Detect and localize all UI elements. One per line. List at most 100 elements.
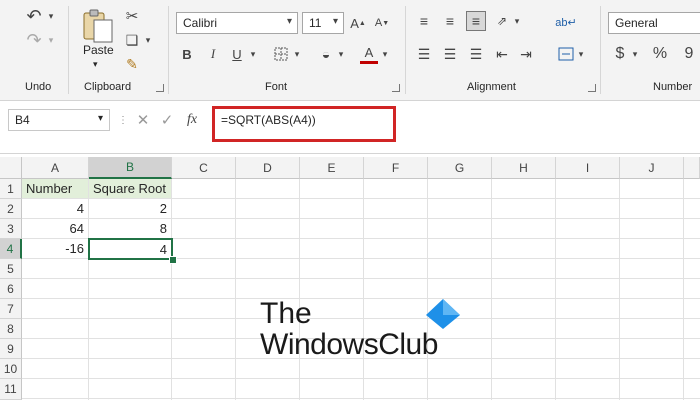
column-header-g[interactable]: G	[428, 157, 492, 179]
row-header-6[interactable]: 6	[0, 279, 22, 299]
alignment-launcher-icon[interactable]	[588, 84, 596, 92]
underline-dropdown-icon[interactable]: ▾	[248, 46, 258, 62]
cell-a1[interactable]: Number	[22, 179, 89, 199]
number-format-value: General	[615, 16, 658, 30]
chevron-down-icon: ▾	[97, 113, 103, 124]
italic-icon[interactable]: I	[204, 44, 222, 64]
font-color-dropdown-icon[interactable]: ▾	[380, 46, 390, 62]
group-label-font: Font	[265, 81, 288, 93]
decrease-font-icon[interactable]: A ▼	[372, 13, 392, 33]
align-right-icon[interactable]: ☰	[466, 44, 486, 64]
underline-icon[interactable]: U	[228, 44, 246, 64]
formula-text: =SQRT(ABS(A4))	[221, 113, 316, 127]
row-header-11[interactable]: 11	[0, 379, 22, 400]
column-header-d[interactable]: D	[236, 157, 300, 179]
font-name-select[interactable]: Calibri ▾	[176, 12, 298, 34]
ribbon: ↶ ▾ ↷ ▾ Undo Paste ▾ ✂ ❏ ▾ ✎ Clipboard C…	[0, 0, 700, 101]
group-label-number: Number	[653, 81, 693, 93]
chevron-down-icon: ▾	[332, 16, 338, 27]
name-box[interactable]: B4 ▾	[8, 109, 110, 131]
column-header-i[interactable]: I	[556, 157, 620, 179]
insert-function-icon[interactable]: fx	[182, 110, 202, 130]
align-top-icon[interactable]: ≡	[414, 11, 434, 31]
watermark-logo: The WindowsClub	[258, 297, 468, 367]
cell-a3[interactable]: 64	[22, 219, 89, 239]
column-header-h[interactable]: H	[492, 157, 556, 179]
number-format-select[interactable]: General	[608, 12, 700, 34]
paste-button[interactable]: Paste ▾	[78, 6, 118, 76]
row-header-1[interactable]: 1	[0, 179, 22, 199]
group-label-undo: Undo	[25, 81, 52, 93]
cell-b4-active[interactable]: 4	[88, 238, 173, 260]
undo-icon[interactable]: ↶	[22, 6, 46, 26]
copy-icon[interactable]: ❏	[122, 30, 142, 50]
decrease-indent-icon[interactable]: ⇤	[492, 44, 512, 64]
merge-center-icon[interactable]	[556, 44, 576, 64]
windows-logo-icon	[426, 299, 460, 329]
orientation-icon[interactable]: ⇗	[492, 11, 512, 31]
row-header-8[interactable]: 8	[0, 319, 22, 339]
column-header-e[interactable]: E	[300, 157, 364, 179]
borders-dropdown-icon[interactable]: ▾	[292, 46, 302, 62]
separator	[168, 6, 169, 94]
increase-indent-icon[interactable]: ⇥	[516, 44, 536, 64]
cut-icon[interactable]: ✂	[122, 6, 142, 26]
row-header-7[interactable]: 7	[0, 299, 22, 319]
bold-icon[interactable]: B	[178, 44, 196, 64]
formula-input[interactable]: =SQRT(ABS(A4))	[212, 106, 396, 142]
column-header-b[interactable]: B	[89, 157, 172, 179]
name-box-value: B4	[15, 113, 30, 127]
row-header-3[interactable]: 3	[0, 219, 22, 239]
fill-handle[interactable]	[169, 256, 177, 264]
percent-icon[interactable]: %	[650, 44, 670, 64]
column-header-j[interactable]: J	[620, 157, 684, 179]
wrap-text-icon[interactable]: ab↵	[555, 11, 576, 33]
row-header-10[interactable]: 10	[0, 359, 22, 379]
cell-b3[interactable]: 8	[89, 219, 172, 239]
currency-icon[interactable]: $	[612, 44, 628, 64]
comma-style-icon[interactable]: 9	[682, 44, 696, 64]
group-label-clipboard: Clipboard	[84, 81, 132, 93]
font-size-select[interactable]: 11 ▾	[302, 12, 344, 34]
align-middle-icon[interactable]: ≡	[440, 11, 460, 31]
column-header-a[interactable]: A	[22, 157, 89, 179]
paste-icon	[83, 9, 113, 43]
clipboard-launcher-icon[interactable]	[156, 84, 164, 92]
cancel-icon[interactable]: ✕	[134, 110, 152, 130]
format-painter-icon[interactable]: ✎	[122, 54, 142, 74]
fill-color-dropdown-icon[interactable]: ▾	[336, 46, 346, 62]
cell-a2[interactable]: 4	[22, 199, 89, 219]
align-bottom-icon[interactable]: ≡	[466, 11, 486, 31]
redo-dropdown-icon[interactable]: ▾	[46, 32, 56, 48]
align-left-icon[interactable]: ☰	[414, 44, 434, 64]
align-center-icon[interactable]: ☰	[440, 44, 460, 64]
borders-icon[interactable]	[272, 45, 290, 63]
cell-b1[interactable]: Square Root	[89, 179, 172, 199]
column-header-k[interactable]	[684, 157, 700, 179]
separator	[600, 6, 601, 94]
chevron-down-icon: ▾	[286, 16, 292, 27]
fill-color-icon[interactable]: ◒	[316, 44, 336, 64]
cell-b2[interactable]: 2	[89, 199, 172, 219]
undo-dropdown-icon[interactable]: ▾	[46, 8, 56, 24]
enter-icon[interactable]: ✓	[158, 110, 176, 130]
select-all-corner[interactable]	[0, 157, 22, 179]
orientation-dropdown-icon[interactable]: ▾	[512, 13, 522, 29]
copy-dropdown-icon[interactable]: ▾	[143, 32, 153, 48]
merge-dropdown-icon[interactable]: ▾	[576, 46, 586, 62]
increase-font-icon[interactable]: A ▲	[348, 13, 368, 33]
column-header-f[interactable]: F	[364, 157, 428, 179]
paste-label: Paste	[83, 43, 114, 57]
font-launcher-icon[interactable]	[392, 84, 400, 92]
redo-icon[interactable]: ↷	[22, 30, 46, 50]
currency-dropdown-icon[interactable]: ▾	[630, 46, 640, 62]
watermark-line1: The	[260, 297, 312, 330]
row-header-5[interactable]: 5	[0, 259, 22, 279]
row-header-4[interactable]: 4	[0, 239, 22, 259]
font-color-icon[interactable]: A	[360, 44, 378, 64]
cell-a4[interactable]: -16	[22, 239, 89, 259]
row-header-9[interactable]: 9	[0, 339, 22, 359]
row-header-2[interactable]: 2	[0, 199, 22, 219]
paste-dropdown-icon: ▾	[93, 59, 98, 69]
column-header-c[interactable]: C	[172, 157, 236, 179]
